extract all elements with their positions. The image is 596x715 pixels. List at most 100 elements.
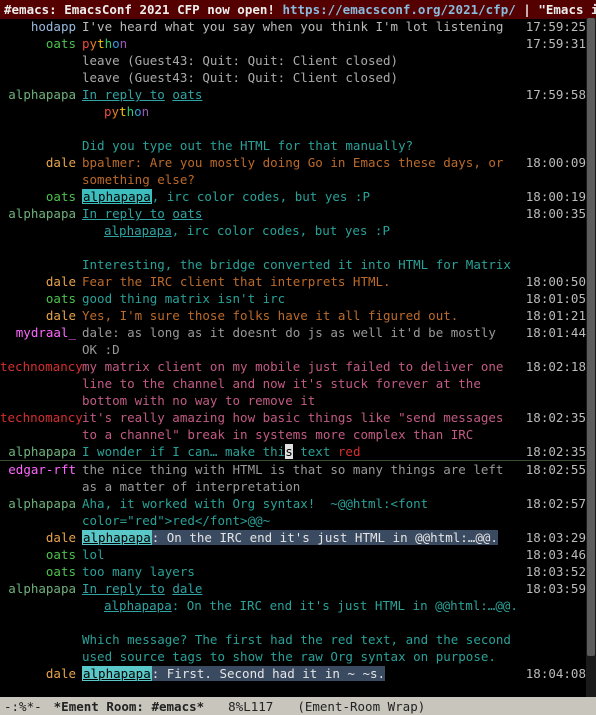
user-link-dale[interactable]: dale xyxy=(172,581,202,596)
user-link-oats[interactable]: oats xyxy=(172,87,202,102)
message-row: hodappI've heard what you say when you t… xyxy=(0,18,586,35)
message-row: Interesting, the bridge converted it int… xyxy=(0,256,586,273)
mention-alphapapa: alphapapa xyxy=(82,530,152,545)
nick[interactable]: oats xyxy=(0,563,82,580)
timestamp: 18:03:46 xyxy=(524,546,586,563)
nick[interactable]: alphapapa xyxy=(0,86,82,103)
modeline-flags: -:%*- xyxy=(4,698,42,715)
timestamp: 18:01:44 xyxy=(524,324,586,341)
nick[interactable]: dale xyxy=(0,307,82,324)
timestamp: 18:02:35 xyxy=(524,443,586,460)
timestamp: 18:00:19 xyxy=(524,188,586,205)
nick[interactable]: dale xyxy=(0,529,82,546)
user-link-alphapapa[interactable]: alphapapa xyxy=(104,223,172,238)
message-body: Fear the IRC client that interprets HTML… xyxy=(82,273,524,290)
message-body: Aha, it worked with Org syntax! ~@@html:… xyxy=(82,495,524,529)
nick[interactable]: technomancy xyxy=(0,409,82,426)
timestamp: 18:03:59 xyxy=(524,580,586,597)
header-bar: #emacs: EmacsConf 2021 CFP now open! htt… xyxy=(0,0,596,19)
message-body: good thing matrix isn't irc xyxy=(82,290,524,307)
message-row: oatspython 17:59:31 xyxy=(0,35,586,52)
message-row: oatslol18:03:46 xyxy=(0,546,586,563)
message-body: alphapapa: On the IRC end it's just HTML… xyxy=(82,529,524,546)
timestamp: 18:02:35 xyxy=(524,409,586,426)
modeline-line: L117 xyxy=(243,698,273,715)
scrollbar[interactable] xyxy=(586,18,596,697)
message-body: Yes, I'm sure those folks have it all fi… xyxy=(82,307,524,324)
user-link-oats[interactable]: oats xyxy=(172,206,202,221)
message-body: it's really amazing how basic things lik… xyxy=(82,409,524,443)
message-row: alphapapaIn reply to oatspython17:59:58 xyxy=(0,86,586,120)
nick[interactable]: technomancy xyxy=(0,358,82,375)
emacs-window: #emacs: EmacsConf 2021 CFP now open! htt… xyxy=(0,0,596,715)
message-body: Which message? The first had the red tex… xyxy=(82,631,524,665)
nick[interactable]: dale xyxy=(0,273,82,290)
topic-url[interactable]: https://emacsconf.org/2021/cfp/ xyxy=(282,2,515,17)
nick[interactable]: dale xyxy=(0,665,82,682)
message-body: the nice thing with HTML is that so many… xyxy=(82,461,524,495)
mention-alphapapa: alphapapa xyxy=(82,189,152,204)
message-body: lol xyxy=(82,546,524,563)
message-body: In reply to dalealphapapa: On the IRC en… xyxy=(82,580,524,614)
message-row: technomancymy matrix client on my mobile… xyxy=(0,358,586,409)
message-row: dalealphapapa: On the IRC end it's just … xyxy=(0,529,586,546)
message-body: In reply to oatspython xyxy=(82,86,524,120)
message-body: bpalmer: Are you mostly doing Go in Emac… xyxy=(82,154,524,188)
nick[interactable]: oats xyxy=(0,546,82,563)
nick[interactable]: alphapapa xyxy=(0,495,82,512)
message-body: I wonder if I can… make this text red xyxy=(82,443,524,460)
user-link-alphapapa[interactable]: alphapapa xyxy=(104,598,172,613)
nick[interactable]: mydraal_ xyxy=(0,324,82,341)
nick[interactable]: hodapp xyxy=(0,18,82,35)
timestamp: 17:59:25 xyxy=(524,18,586,35)
timestamp: 18:01:05 xyxy=(524,290,586,307)
timestamp: 18:03:29 xyxy=(524,529,586,546)
timestamp: 18:02:55 xyxy=(524,461,586,478)
reply-link[interactable]: In reply to xyxy=(82,206,165,221)
message-row: edgar-rftthe nice thing with HTML is tha… xyxy=(0,461,586,495)
scroll-thumb[interactable] xyxy=(587,18,595,656)
nick[interactable]: alphapapa xyxy=(0,205,82,222)
message-row: daleFear the IRC client that interprets … xyxy=(0,273,586,290)
mode-line: -:%*-*Ement Room: #emacs*8% L117(Ement-R… xyxy=(0,697,596,715)
timestamp: 17:59:31 xyxy=(524,35,586,52)
nick[interactable]: oats xyxy=(0,290,82,307)
message-body: alphapapa, irc color codes, but yes :P xyxy=(82,188,524,205)
message-body: python xyxy=(82,35,524,52)
message-body: I've heard what you say when you think I… xyxy=(82,18,524,35)
nick[interactable]: oats xyxy=(0,35,82,52)
message-row: leave (Guest43: Quit: Quit: Client close… xyxy=(0,69,586,86)
message-row: alphapapaIn reply to dalealphapapa: On t… xyxy=(0,580,586,614)
message-row: dalebpalmer: Are you mostly doing Go in … xyxy=(0,154,586,188)
message-body: too many layers xyxy=(82,563,524,580)
nick[interactable]: oats xyxy=(0,188,82,205)
reply-link[interactable]: In reply to xyxy=(82,581,165,596)
message-row: leave (Guest43: Quit: Quit: Client close… xyxy=(0,52,586,69)
message-body: my matrix client on my mobile just faile… xyxy=(82,358,524,409)
message-body: dale: as long as it doesnt do js as well… xyxy=(82,324,524,358)
nick[interactable]: alphapapa xyxy=(0,443,82,460)
message-row: oatsgood thing matrix isn't irc18:01:05 xyxy=(0,290,586,307)
message-row: mydraal_dale: as long as it doesnt do js… xyxy=(0,324,586,358)
nick[interactable]: edgar-rft xyxy=(0,461,82,478)
nick[interactable]: alphapapa xyxy=(0,580,82,597)
timestamp: 18:03:52 xyxy=(524,563,586,580)
timestamp: 18:00:09 xyxy=(524,154,586,171)
message-row: technomancyit's really amazing how basic… xyxy=(0,409,586,443)
modeline-percent: 8% xyxy=(228,698,243,715)
channel-name: #emacs xyxy=(4,2,49,17)
message-area[interactable]: hodappI've heard what you say when you t… xyxy=(0,18,586,697)
nick[interactable]: dale xyxy=(0,154,82,171)
message-row: alphapapaIn reply to oatsalphapapa, irc … xyxy=(0,205,586,239)
topic-text: EmacsConf 2021 CFP now open! xyxy=(64,2,275,17)
message-row: dalealphapapa: First. Second had it in ~… xyxy=(0,665,586,682)
message-row: Which message? The first had the red tex… xyxy=(0,631,586,665)
message-row: alphapapaI wonder if I can… make this te… xyxy=(0,443,586,460)
reply-link[interactable]: In reply to xyxy=(82,87,165,102)
timestamp: 18:00:35 xyxy=(524,205,586,222)
message-body: leave (Guest43: Quit: Quit: Client close… xyxy=(82,69,524,86)
timestamp: 17:59:58 xyxy=(524,86,586,103)
message-body: In reply to oatsalphapapa, irc color cod… xyxy=(82,205,524,239)
rainbow-text: python xyxy=(82,36,127,51)
timestamp: 18:02:18 xyxy=(524,358,586,375)
